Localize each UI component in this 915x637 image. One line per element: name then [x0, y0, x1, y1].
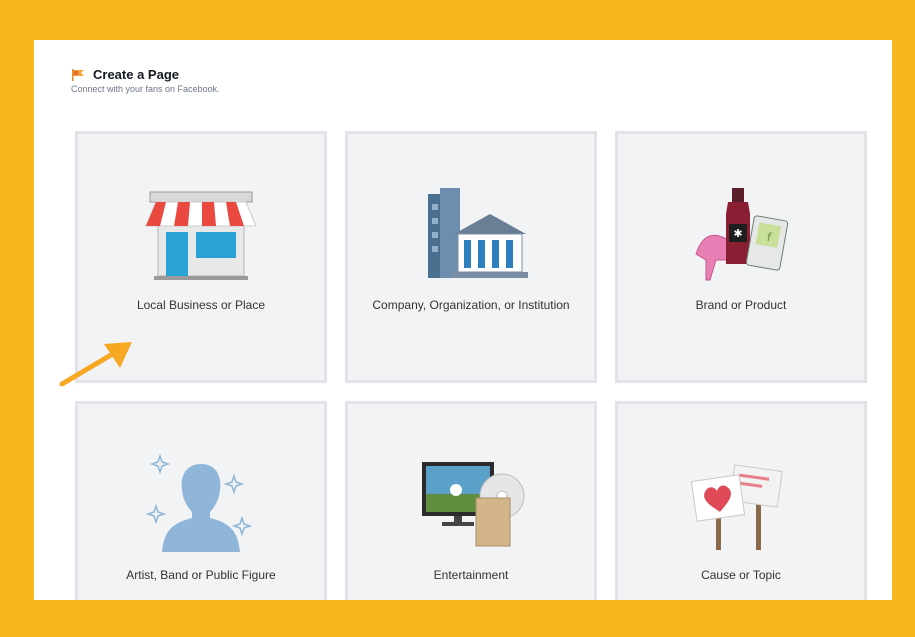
building-icon	[428, 188, 528, 278]
category-company[interactable]: Company, Organization, or Institution	[345, 131, 597, 383]
svg-text:✱: ✱	[733, 227, 742, 240]
page-header: Create a Page Connect with your fans on …	[71, 67, 220, 94]
arrow-pointer-icon	[59, 342, 132, 387]
page-subtitle: Connect with your fans on Facebook.	[71, 84, 220, 94]
category-entertainment[interactable]: Entertainment	[345, 401, 597, 600]
signs-icon	[690, 464, 783, 550]
products-icon: ✱ f	[695, 188, 789, 281]
create-page-panel: Create a Page Connect with your fans on …	[34, 40, 892, 600]
flag-icon	[72, 68, 84, 81]
category-label: Local Business or Place	[136, 298, 266, 312]
category-label: Company, Organization, or Institution	[372, 298, 570, 312]
category-label: Entertainment	[433, 568, 509, 582]
category-brand-product[interactable]: ✱ f Brand or Product	[615, 131, 867, 383]
category-artist[interactable]: Artist, Band or Public Figure	[75, 401, 327, 600]
page-title: Create a Page	[93, 67, 179, 82]
storefront-icon	[145, 191, 257, 280]
category-label: Artist, Band or Public Figure	[126, 568, 276, 582]
tv-media-icon	[422, 462, 525, 547]
person-silhouette-icon	[145, 454, 253, 552]
category-cause-topic[interactable]: Cause or Topic	[615, 401, 867, 600]
category-label: Brand or Product	[695, 298, 787, 312]
category-label: Cause or Topic	[701, 568, 781, 582]
